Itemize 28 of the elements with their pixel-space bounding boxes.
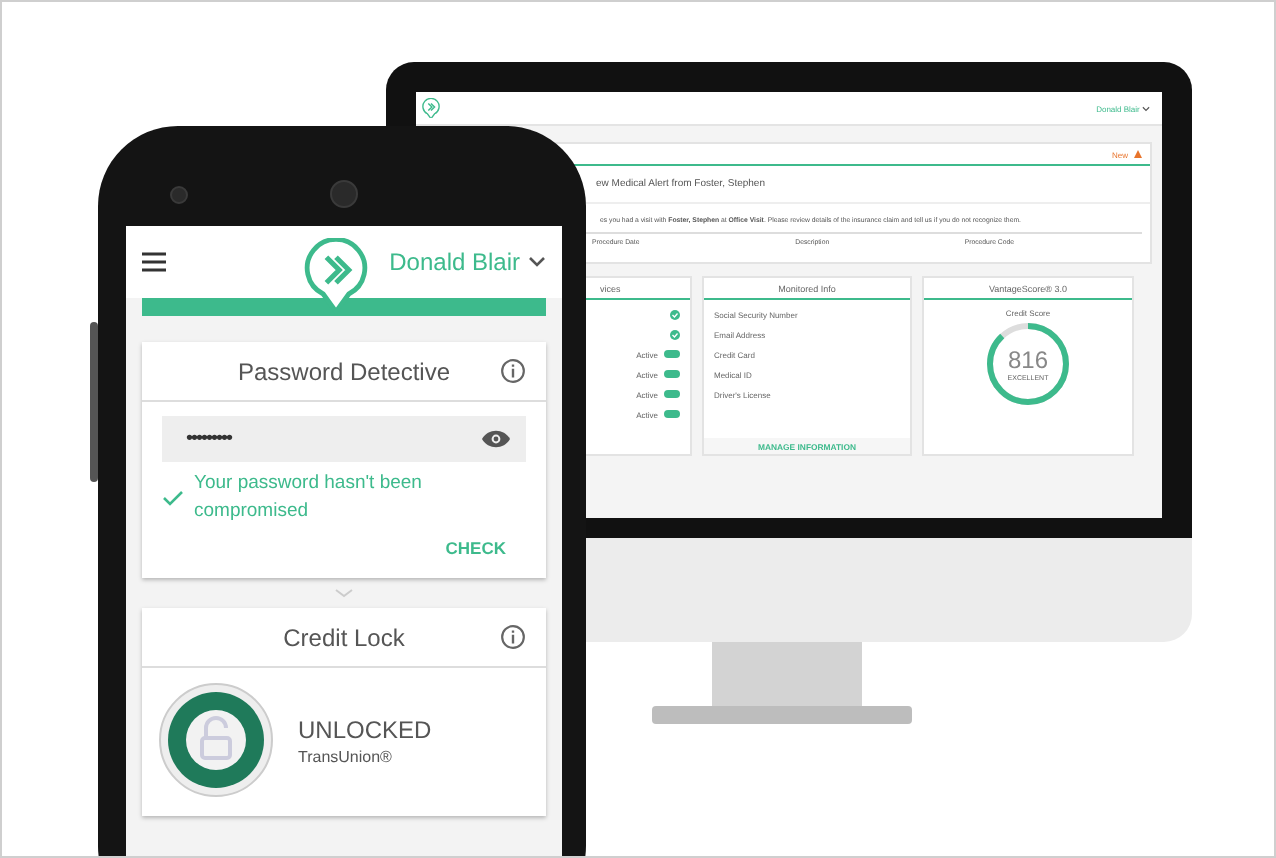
menu-icon[interactable] [142, 252, 166, 272]
password-field[interactable]: ••••••••• [162, 416, 526, 462]
user-menu[interactable]: Donald Blair [389, 248, 546, 276]
toggle-switch[interactable] [664, 410, 680, 418]
toggle-switch[interactable] [664, 390, 680, 398]
toggle-switch[interactable] [664, 350, 680, 358]
lock-button[interactable] [158, 682, 274, 798]
card-title: Password Detective [237, 357, 451, 385]
phone-camera [330, 180, 358, 208]
warning-icon [1134, 150, 1142, 158]
logo-icon [422, 97, 440, 119]
status-message: Your password hasn't been compromised [194, 470, 424, 526]
phone-sensor [170, 185, 188, 203]
bureau-name: TransUnion® [298, 747, 394, 765]
credit-score: 816 [1007, 346, 1049, 374]
info-icon[interactable] [500, 358, 526, 384]
chevron-down-icon [1142, 105, 1150, 111]
check-circle-icon [670, 309, 680, 319]
info-icon[interactable] [500, 624, 526, 650]
check-button[interactable]: CHECK [437, 534, 526, 562]
card-title: Credit Lock [283, 623, 405, 651]
toggle-switch[interactable] [664, 370, 680, 378]
lock-status: UNLOCKED [298, 715, 432, 743]
eye-icon[interactable] [482, 430, 510, 448]
chevron-down-icon [528, 256, 546, 268]
check-circle-icon [670, 329, 680, 339]
check-icon [162, 490, 184, 506]
chevron-down-icon [334, 588, 354, 598]
